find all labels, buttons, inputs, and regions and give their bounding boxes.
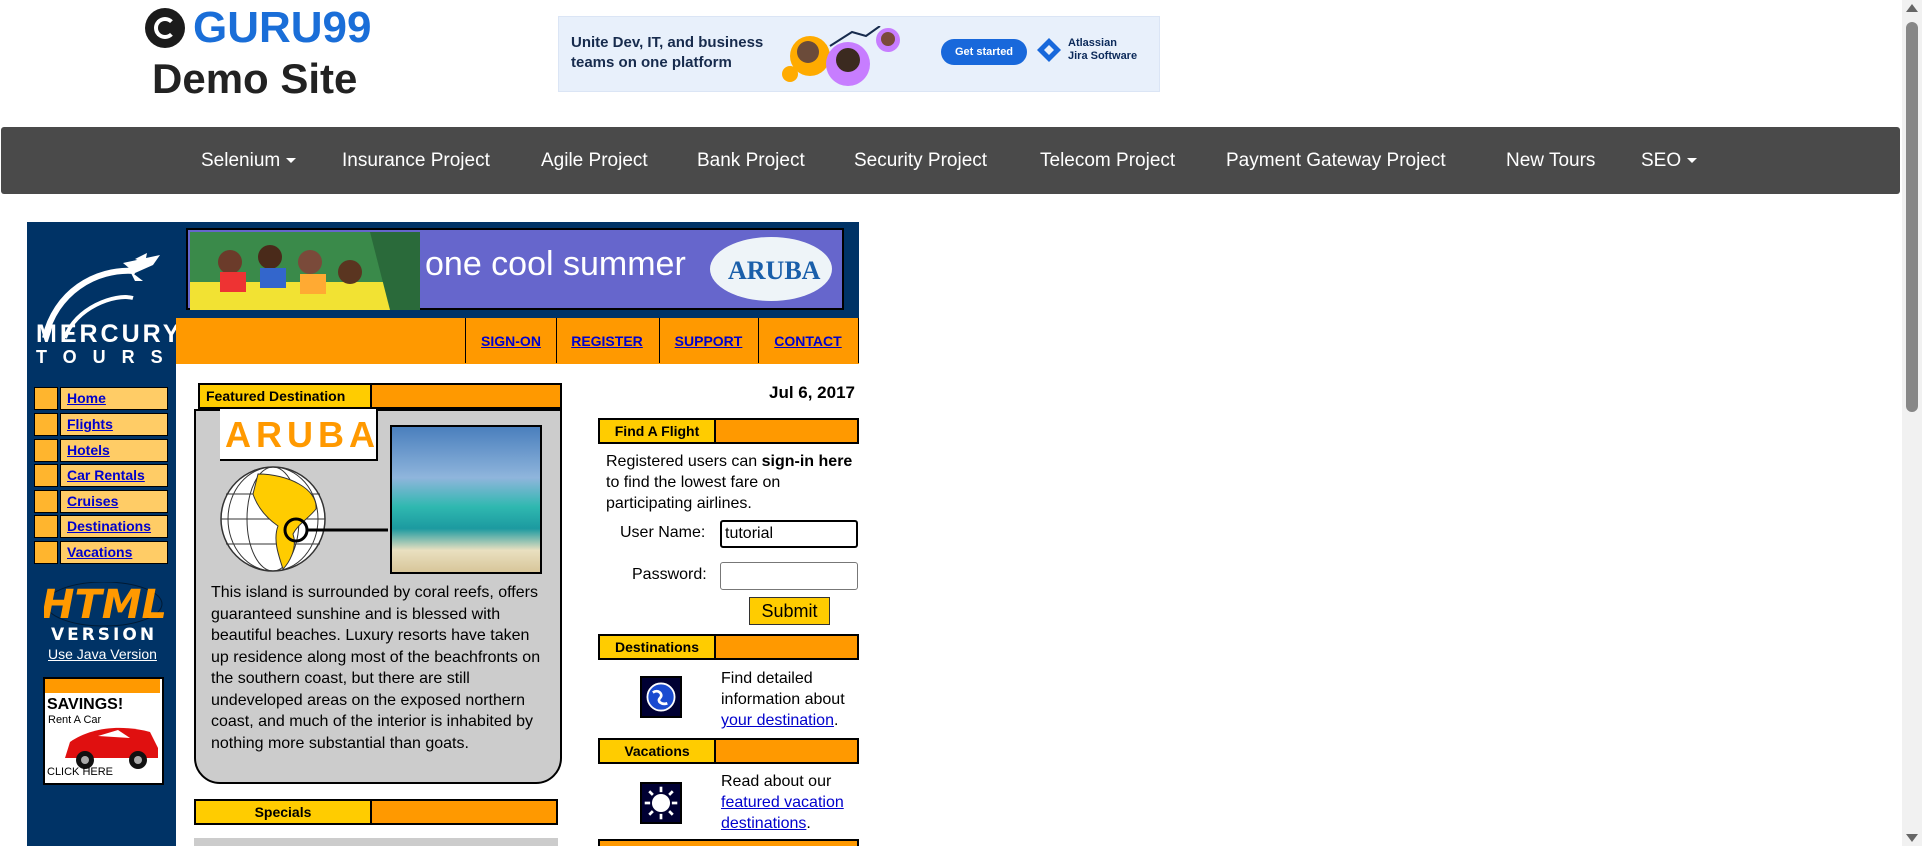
menu-bullet — [34, 515, 58, 538]
password-input[interactable] — [720, 562, 858, 590]
html-logo-word: HTML — [44, 582, 164, 628]
menu-bullet — [34, 541, 58, 564]
your-destination-link[interactable]: your destination — [721, 712, 834, 729]
side-menu-vacations-label[interactable]: Vacations — [60, 541, 168, 564]
banner-slogan: one cool summer — [425, 245, 686, 283]
nav-telecom-project[interactable]: Telecom Project — [1040, 150, 1175, 172]
chevron-down-icon — [286, 158, 297, 164]
register-link[interactable]: REGISTER — [555, 318, 660, 363]
side-menu-car-rentals-label[interactable]: Car Rentals — [60, 464, 168, 487]
nav-payment-gateway-project[interactable]: Payment Gateway Project — [1226, 150, 1446, 172]
nav-seo[interactable]: SEO — [1641, 150, 1698, 172]
site-subtitle: Demo Site — [152, 55, 358, 102]
html-version-logo: HTML VERSION — [44, 582, 164, 642]
destinations-text: Find detailed information about your des… — [721, 668, 861, 731]
ad-jira-brand: Atlassian Jira Software — [1036, 37, 1137, 63]
sign-on-link[interactable]: SIGN-ON — [465, 318, 557, 363]
current-date: Jul 6, 2017 — [769, 383, 856, 402]
menu-bullet — [34, 413, 58, 436]
ad-get-started-button[interactable]: Get started — [941, 39, 1027, 65]
ad-brand-line2: Jira Software — [1068, 50, 1138, 62]
ad-people-illustration-icon — [782, 26, 900, 86]
scroll-down-arrow-icon[interactable] — [1906, 834, 1918, 842]
savings-title: SAVINGS! — [47, 696, 124, 713]
side-menu-vacations[interactable]: Vacations — [34, 541, 168, 564]
scroll-up-arrow-icon[interactable] — [1906, 4, 1918, 12]
next-section-heading-bar — [598, 839, 859, 846]
destinations-heading: Destinations — [600, 636, 716, 658]
nav-new-tours[interactable]: New Tours — [1506, 150, 1595, 172]
side-menu-home[interactable]: Home — [34, 387, 168, 410]
guru99-brand-text: GURU99 — [193, 3, 372, 52]
menu-bullet — [34, 490, 58, 513]
side-menu-hotels[interactable]: Hotels — [34, 439, 168, 462]
sun-vacations-icon — [640, 782, 682, 824]
savings-click-here[interactable]: CLICK HERE — [47, 766, 113, 778]
destinations-text-post: . — [833, 712, 839, 729]
use-java-version-link[interactable]: Use Java Version — [48, 646, 157, 662]
featured-destination-name: ARUBA — [225, 414, 380, 455]
side-menu-destinations-label[interactable]: Destinations — [60, 515, 168, 538]
aruba-badge-text: ARUBA — [728, 256, 821, 285]
find-text-pre: Registered users can — [606, 453, 762, 470]
nav-selenium[interactable]: Selenium — [201, 150, 297, 172]
vacations-text-post: . — [806, 815, 811, 832]
side-menu-cruises-label[interactable]: Cruises — [60, 490, 168, 513]
mercury-logo-text: MERCURY — [36, 320, 183, 348]
side-menu-flights-label[interactable]: Flights — [60, 413, 168, 436]
guru99-logo[interactable]: GURU99 — [145, 3, 385, 52]
vacations-text-pre: Read about our — [721, 773, 832, 790]
nav-security-project[interactable]: Security Project — [854, 150, 987, 172]
nav-selenium-label: Selenium — [201, 150, 281, 171]
side-menu-hotels-label[interactable]: Hotels — [60, 439, 168, 462]
support-link[interactable]: SUPPORT — [659, 318, 759, 363]
nav-bank-project[interactable]: Bank Project — [697, 150, 805, 172]
destinations-text-pre: Find detailed information about — [721, 670, 845, 708]
savings-ad-bar — [45, 679, 160, 693]
side-menu-cruises[interactable]: Cruises — [34, 490, 168, 513]
specials-row — [194, 838, 558, 846]
guru99-logo-icon — [145, 8, 185, 48]
banner-people-illustration-icon — [190, 232, 420, 310]
menu-bullet — [34, 464, 58, 487]
specials-heading: Specials — [196, 801, 372, 823]
ad-brand-line1: Atlassian — [1068, 37, 1117, 49]
nav-agile-project[interactable]: Agile Project — [541, 150, 648, 172]
user-name-input[interactable] — [720, 520, 858, 548]
menu-bullet — [34, 387, 58, 410]
scrollbar-thumb[interactable] — [1906, 22, 1918, 412]
find-flight-heading: Find A Flight — [600, 420, 716, 442]
side-menu-car-rentals[interactable]: Car Rentals — [34, 464, 168, 487]
find-text-post: to find the lowest fare on participating… — [606, 474, 781, 512]
nav-seo-label: SEO — [1641, 150, 1682, 171]
globe-destinations-icon — [640, 676, 682, 718]
user-name-label: User Name: — [620, 524, 706, 541]
version-logo-word: VERSION — [51, 625, 157, 642]
featured-description: This island is surrounded by coral reefs… — [211, 584, 541, 752]
find-flight-text: Registered users can sign-in here to fin… — [606, 451, 856, 514]
ad-text: Unite Dev, IT, and business teams on one… — [571, 34, 764, 71]
side-menu-flights[interactable]: Flights — [34, 413, 168, 436]
vacations-text: Read about our featured vacation destina… — [721, 771, 861, 834]
menu-bullet — [34, 439, 58, 462]
side-menu-destinations[interactable]: Destinations — [34, 515, 168, 538]
aruba-beach-image — [390, 425, 542, 574]
featured-vacation-destinations-link[interactable]: featured vacation destinations — [721, 794, 844, 832]
tours-logo-text: TOURS — [36, 347, 179, 367]
jira-diamond-icon — [1037, 38, 1061, 62]
featured-heading: Featured Destination — [200, 385, 372, 407]
red-car-icon — [65, 727, 158, 769]
password-label: Password: — [632, 566, 707, 583]
globe-icon — [220, 466, 388, 572]
sign-in-here-text: sign-in here — [761, 453, 853, 470]
contact-link[interactable]: CONTACT — [758, 318, 859, 363]
submit-button[interactable]: Submit — [749, 597, 830, 625]
side-menu-home-label[interactable]: Home — [60, 387, 168, 410]
vacations-heading: Vacations — [600, 740, 716, 762]
chevron-down-icon — [1687, 158, 1698, 164]
nav-insurance-project[interactable]: Insurance Project — [342, 150, 490, 172]
